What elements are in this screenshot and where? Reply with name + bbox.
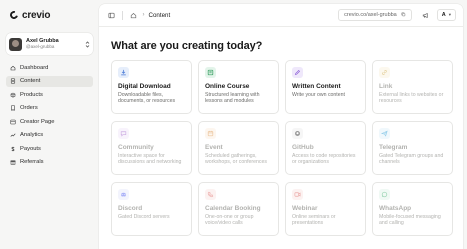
card-description: One-on-one or group voice/video calls	[205, 213, 254, 227]
card-title: Calendar Booking	[205, 205, 261, 212]
copy-icon[interactable]	[401, 12, 406, 19]
sidebar-item-content[interactable]: Content	[6, 75, 93, 87]
sidebar-toggle-icon[interactable]	[106, 10, 117, 21]
content-type-card-event[interactable]: Event Scheduled gatherings, workshops, or…	[198, 121, 279, 175]
user-menu-button[interactable]: A ▾	[436, 9, 456, 21]
course-icon	[205, 67, 216, 78]
card-title: Written Content	[292, 83, 341, 90]
breadcrumb-current: Content	[148, 11, 171, 19]
top-bar: › Content crevio.co/axel-grubba A ▾	[99, 4, 463, 27]
content-type-card-online-course[interactable]: Online Course Structured learning with le…	[198, 60, 279, 114]
sidebar-item-products[interactable]: Products	[6, 89, 93, 101]
content-type-card-link[interactable]: Link External links to websites or resour…	[372, 60, 453, 114]
download-icon	[118, 67, 129, 78]
sidebar-item-label: Dashboard	[20, 64, 49, 71]
sidebar-item-label: Creator Page	[20, 118, 55, 125]
content-type-card-digital-download[interactable]: Digital Download Downloadable files, docu…	[111, 60, 192, 114]
card-description: Downloadable files, documents, or resour…	[118, 91, 176, 105]
content-type-card-community[interactable]: Community Interactive space for discussio…	[111, 121, 192, 175]
sidebar-item-analytics[interactable]: Analytics	[6, 130, 93, 142]
file-icon	[10, 78, 16, 84]
sidebar-item-creator-page[interactable]: Creator Page	[6, 116, 93, 128]
dollar-icon	[10, 146, 16, 152]
sidebar-item-label: Orders	[20, 105, 38, 112]
sidebar-item-label: Payouts	[20, 145, 41, 152]
card-title: Community	[118, 144, 154, 151]
sidebar-item-orders[interactable]: Orders	[6, 103, 93, 115]
card-title: GitHub	[292, 144, 314, 151]
github-icon	[292, 128, 303, 139]
card-description: Gated Discord servers	[118, 213, 170, 220]
breadcrumb-home-icon[interactable]	[128, 10, 139, 21]
chevron-updown-icon	[85, 40, 90, 48]
card-title: Online Course	[205, 83, 250, 90]
user-initial: A	[441, 12, 446, 18]
card-title: Digital Download	[118, 83, 171, 90]
chevron-down-icon: ▾	[448, 12, 451, 17]
card-title: Event	[205, 144, 223, 151]
main-panel: › Content crevio.co/axel-grubba A ▾ What…	[99, 4, 463, 249]
sidebar-item-label: Analytics	[20, 132, 44, 139]
content-area: What are you creating today? Digital Dow…	[99, 27, 463, 236]
divider	[122, 10, 123, 20]
content-type-card-discord[interactable]: Discord Gated Discord servers	[111, 182, 192, 236]
sidebar-item-dashboard[interactable]: Dashboard	[6, 62, 93, 74]
card-title: Discord	[118, 205, 143, 212]
gift-icon	[10, 159, 16, 165]
content-type-grid: Digital Download Downloadable files, docu…	[111, 60, 453, 236]
card-title: Telegram	[379, 144, 408, 151]
card-title: Webinar	[292, 205, 318, 212]
receipt-icon	[10, 105, 16, 112]
card-title: WhatsApp	[379, 205, 412, 212]
card-description: Online seminars or presentations	[292, 213, 336, 227]
sidebar-item-referrals[interactable]: Referrals	[6, 157, 93, 169]
content-type-card-telegram[interactable]: Telegram Gated Telegram groups and channe…	[372, 121, 453, 175]
content-type-card-written-content[interactable]: Written Content Write your own content	[285, 60, 366, 114]
sidebar-item-payouts[interactable]: Payouts	[6, 143, 93, 155]
content-type-card-whatsapp[interactable]: WhatsApp Mobile-focused messaging and cal…	[372, 182, 453, 236]
content-type-card-webinar[interactable]: Webinar Online seminars or presentations	[285, 182, 366, 236]
home-icon	[10, 65, 16, 71]
chat-icon	[118, 128, 129, 139]
card-description: Scheduled gatherings, workshops, or conf…	[205, 152, 267, 166]
app-name: crevio	[22, 9, 51, 21]
card-description: Access to code repositories or organizat…	[292, 152, 356, 166]
box-icon	[10, 92, 16, 98]
sidebar-item-label: Referrals	[20, 159, 44, 166]
sidebar-item-label: Products	[20, 91, 43, 98]
content-type-card-calendar-booking[interactable]: Calendar Booking One-on-one or group voic…	[198, 182, 279, 236]
card-description: Structured learning with lessons and mod…	[205, 91, 260, 105]
crevio-logo-icon	[8, 9, 20, 21]
chart-icon	[10, 132, 16, 138]
avatar	[9, 37, 22, 51]
chevron-right-icon: ›	[142, 12, 145, 18]
account-switcher[interactable]: Axel Grubba @axel-grubba	[6, 33, 93, 55]
pen-icon	[292, 67, 303, 78]
sidebar: crevio Axel Grubba @axel-grubba Dashboar…	[0, 0, 98, 249]
discord-icon	[118, 189, 129, 200]
content-type-card-github[interactable]: GitHub Access to code repositories or org…	[285, 121, 366, 175]
layout-icon	[10, 119, 16, 125]
card-description: External links to websites or resources	[379, 91, 444, 105]
sidebar-nav: Dashboard Content Products Orders Creato…	[6, 62, 93, 168]
phone-icon	[205, 189, 216, 200]
card-description: Gated Telegram groups and channels	[379, 152, 444, 166]
sidebar-item-label: Content	[20, 78, 41, 85]
video-icon	[292, 189, 303, 200]
creator-page-url[interactable]: crevio.co/axel-grubba	[338, 9, 412, 21]
card-description: Mobile-focused messaging and calling	[379, 213, 441, 227]
page-title: What are you creating today?	[111, 40, 263, 52]
user-handle: @axel-grubba	[26, 44, 55, 49]
card-title: Link	[379, 83, 393, 90]
card-description: Write your own content	[292, 91, 345, 98]
app-logo[interactable]: crevio	[8, 8, 93, 22]
link-icon	[379, 67, 390, 78]
whatsapp-icon	[379, 189, 390, 200]
card-description: Interactive space for discussions and ne…	[118, 152, 182, 166]
calendar-icon	[205, 128, 216, 139]
url-text: crevio.co/axel-grubba	[344, 12, 397, 18]
megaphone-icon[interactable]	[420, 10, 431, 21]
send-icon	[379, 128, 390, 139]
